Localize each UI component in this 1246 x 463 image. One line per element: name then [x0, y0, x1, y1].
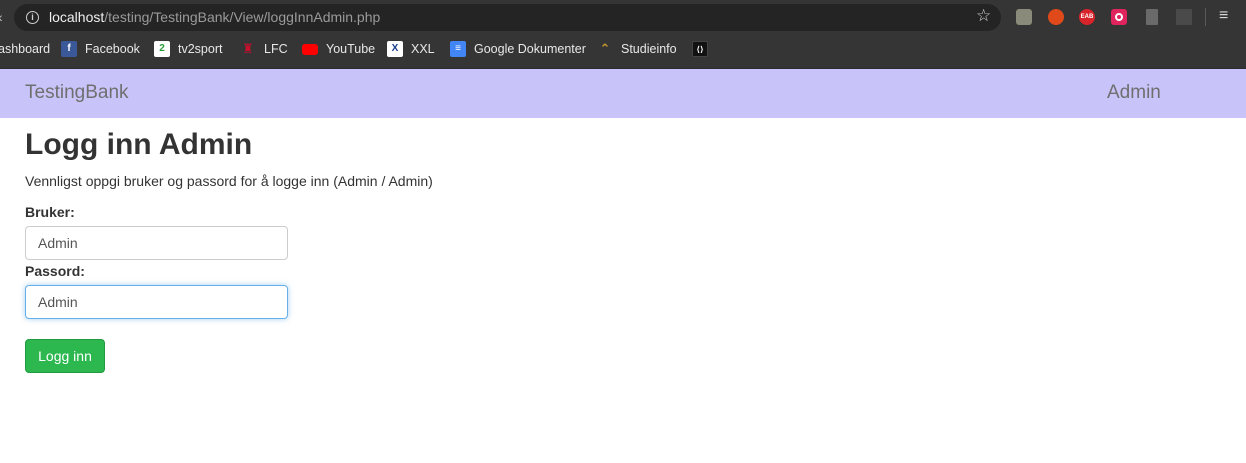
code-icon: ⟨⟩ [692, 41, 708, 57]
google-docs-icon: ≡ [450, 41, 466, 57]
user-label: Bruker: [25, 204, 75, 220]
bookmark-dashboard[interactable]: ashboard [0, 40, 50, 58]
info-icon[interactable]: i [26, 11, 39, 24]
bookmark-label: YouTube [326, 42, 376, 56]
bookmark-label: ashboard [0, 42, 51, 56]
brand-link[interactable]: TestingBank [25, 82, 129, 104]
bookmark-google-docs[interactable]: ≡ Google Dokumenter [450, 40, 586, 58]
bookmark-youtube[interactable]: YouTube [302, 40, 375, 58]
bookmark-label: Facebook [85, 42, 140, 56]
url-text[interactable]: localhost/testing/TestingBank/View/loggI… [49, 9, 380, 25]
extension-panel-icon[interactable] [1176, 9, 1192, 25]
browser-chrome: ‹ i localhost/testing/TestingBank/View/l… [0, 0, 1246, 68]
url-path: /testing/TestingBank/View/loggInnAdmin.p… [104, 9, 381, 25]
bookmark-label: tv2sport [178, 42, 223, 56]
xxl-icon: X [387, 41, 403, 57]
address-bar[interactable]: i localhost/testing/TestingBank/View/log… [14, 4, 1001, 31]
reading-list-icon[interactable]: ≡ [1219, 7, 1228, 25]
studieinfo-icon: ⌃ [599, 41, 611, 56]
tv2-icon: 2 [154, 41, 170, 57]
lfc-icon: ♜ [242, 41, 254, 56]
extension-fox-icon[interactable] [1048, 9, 1064, 25]
bookmarks-bar: ashboard f Facebook 2 tv2sport ♜ LFC You… [0, 36, 1246, 62]
nav-admin-link[interactable]: Admin [1107, 82, 1161, 104]
back-arrow-icon[interactable]: ‹ [0, 9, 3, 25]
bookmark-star-icon[interactable]: ☆ [976, 6, 991, 26]
extension-gray-icon[interactable] [1146, 9, 1158, 25]
instruction-text: Vennligst oppgi bruker og passord for å … [25, 173, 433, 189]
toolbar: ‹ i localhost/testing/TestingBank/View/l… [0, 0, 1246, 34]
user-input[interactable] [25, 226, 288, 260]
bookmark-label: Studieinfo [621, 42, 677, 56]
youtube-icon [302, 43, 318, 55]
facebook-icon: f [61, 41, 77, 57]
toolbar-divider [1205, 8, 1206, 26]
extension-eab-icon[interactable]: EAB [1079, 9, 1095, 25]
bookmark-code[interactable]: ⟨⟩ [692, 40, 716, 58]
bookmark-label: XXL [411, 42, 435, 56]
bookmark-studieinfo[interactable]: ⌃ Studieinfo [597, 40, 677, 58]
bookmark-facebook[interactable]: f Facebook [61, 40, 140, 58]
bookmark-label: LFC [264, 42, 288, 56]
bookmark-lfc[interactable]: ♜ LFC [240, 40, 288, 58]
password-input[interactable] [25, 285, 288, 319]
navbar: TestingBank Admin [0, 68, 1246, 118]
url-host: localhost [49, 9, 105, 25]
bookmark-label: Google Dokumenter [474, 42, 586, 56]
extension-q-icon[interactable] [1111, 9, 1127, 25]
bookmark-xxl[interactable]: X XXL [387, 40, 435, 58]
page-title: Logg inn Admin [25, 128, 253, 161]
login-button[interactable]: Logg inn [25, 339, 105, 373]
extension-chat-icon[interactable] [1016, 9, 1032, 25]
bookmark-tv2sport[interactable]: 2 tv2sport [154, 40, 222, 58]
password-label: Passord: [25, 263, 85, 279]
